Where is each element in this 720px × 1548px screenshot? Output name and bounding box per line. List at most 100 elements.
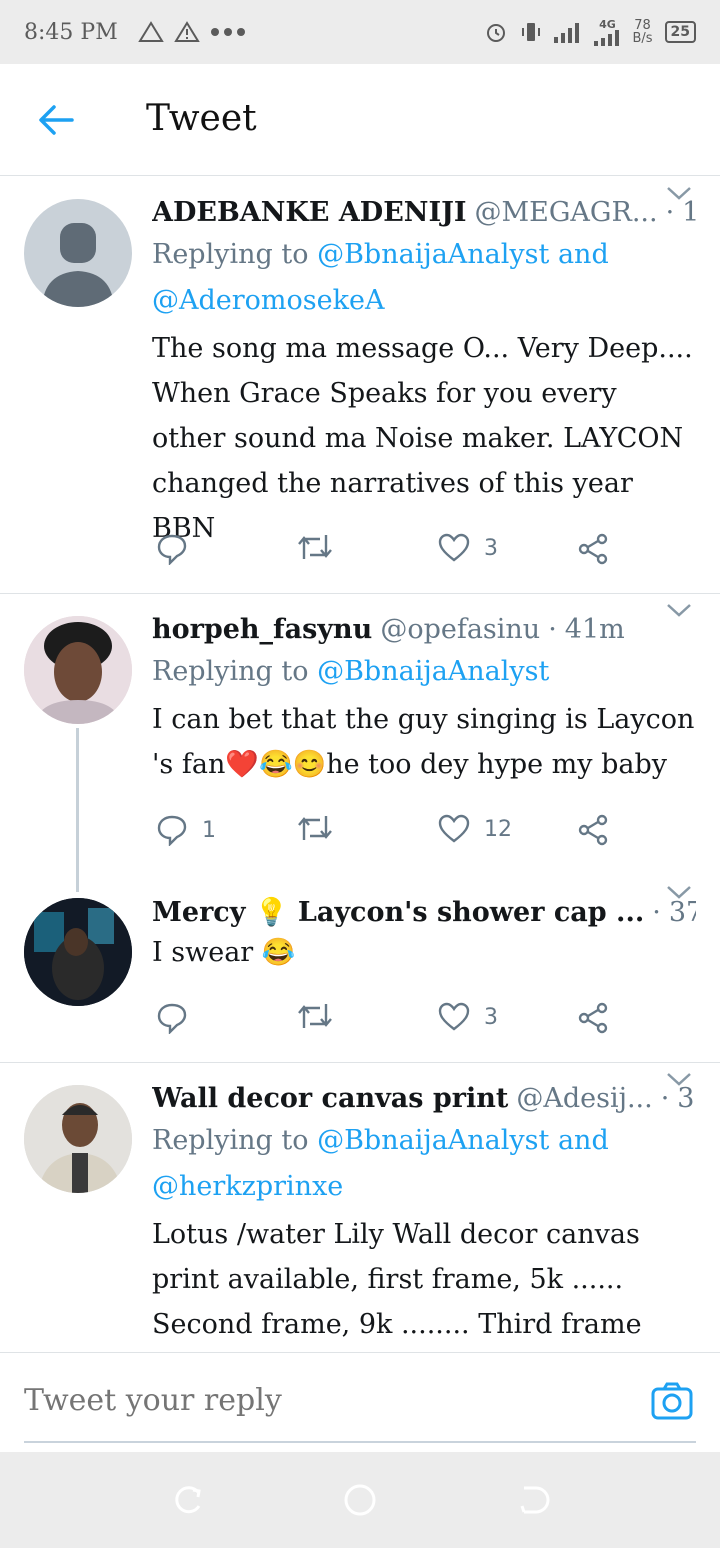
network-type: 4G [599, 17, 616, 31]
recents-button[interactable] [168, 1482, 204, 1518]
back-button[interactable] [36, 100, 76, 140]
more-dots-icon [210, 28, 245, 36]
user-name[interactable]: ADEBANKE ADENIJI [152, 197, 467, 228]
replying-prefix: Replying to [152, 239, 309, 270]
avatar[interactable] [24, 199, 132, 307]
user-handle[interactable]: @opefasinu [380, 614, 540, 645]
retweet-icon [298, 1004, 332, 1028]
user-photo [24, 898, 132, 1006]
chevron-down-icon [667, 187, 691, 200]
camera-button[interactable] [650, 1381, 694, 1421]
vibrate-icon [522, 23, 541, 41]
recents-icon [175, 1486, 201, 1514]
retweet-icon [298, 816, 332, 840]
tweet-menu-button[interactable] [666, 884, 692, 904]
tweet-menu-button[interactable] [666, 185, 692, 205]
reply-button[interactable] [156, 533, 202, 565]
user-handle[interactable]: @Adesij... [516, 1083, 652, 1114]
heart-icon [438, 533, 470, 562]
reply-icon [157, 534, 187, 565]
thread-line [76, 728, 79, 892]
user-name[interactable]: Mercy 💡 Laycon's shower cap ... [152, 896, 644, 928]
tweet-text: I can bet that the guy singing is Laycon… [152, 704, 695, 780]
replying-to-link[interactable]: @BbnaijaAnalyst and [317, 1125, 609, 1156]
tweet-menu-button[interactable] [666, 602, 692, 622]
warning-outline-icon [137, 21, 164, 42]
home-button[interactable] [342, 1482, 378, 1518]
share-icon [578, 1002, 608, 1034]
retweet-icon [298, 535, 332, 559]
signal-4g-indicator: 4G [594, 19, 620, 46]
default-avatar-icon [42, 223, 114, 307]
reply-button[interactable] [156, 1002, 202, 1034]
chevron-down-icon [667, 1073, 691, 1086]
user-photo [24, 616, 132, 724]
camera-icon [651, 1382, 693, 1420]
avatar[interactable] [24, 898, 132, 1006]
tweet-2[interactable]: horpeh_fasynu @opefasinu · 41m Replying … [0, 594, 720, 892]
back-icon [520, 1486, 550, 1514]
like-count: 12 [484, 816, 512, 842]
tweet-1[interactable]: ADEBANKE ADENIJI @MEGAGR... · 16m Replyi… [0, 177, 720, 593]
user-name[interactable]: horpeh_fasynu [152, 614, 372, 645]
reply-bar [0, 1352, 720, 1452]
signal-icon [554, 23, 580, 43]
user-name[interactable]: Wall decor canvas print [152, 1083, 508, 1114]
share-button[interactable] [578, 1002, 610, 1034]
net-speed: 78 B/s [632, 19, 652, 45]
retweet-button[interactable] [296, 1002, 348, 1030]
chevron-down-icon [667, 886, 691, 899]
user-photo [24, 1085, 132, 1193]
tweet-4[interactable]: Wall decor canvas print @Adesij... · 39m… [0, 1063, 720, 1352]
like-count: 3 [484, 1004, 498, 1030]
status-left-icons [137, 21, 246, 43]
replying-to-link-2[interactable]: @herkzprinxe [152, 1171, 343, 1202]
replying-to: Replying to @BbnaijaAnalyst and @herkzpr… [152, 1118, 696, 1210]
replying-to-link-2[interactable]: @AderomosekeA [152, 285, 384, 316]
tweet-actions: 3 [152, 533, 632, 577]
like-button[interactable]: 3 [438, 1002, 498, 1032]
share-icon [578, 814, 608, 846]
tweet-text: I swear 😂 [152, 937, 296, 968]
tweet-actions: 1 12 [152, 814, 632, 858]
back-nav-button[interactable] [516, 1482, 552, 1518]
heart-icon [438, 814, 470, 843]
like-button[interactable]: 12 [438, 814, 512, 844]
status-bar: 8:45 PM 4G 78 B/s 25 [0, 0, 720, 64]
retweet-button[interactable] [296, 533, 348, 561]
tweet-actions: 3 [152, 1002, 632, 1046]
tweet-text: The song ma message O... Very Deep.... W… [152, 333, 693, 544]
tweet-meta: Mercy 💡 Laycon's shower cap ... · 37m [152, 896, 696, 928]
net-speed-unit: B/s [632, 31, 653, 46]
tweet-3[interactable]: Mercy 💡 Laycon's shower cap ... · 37m I … [0, 876, 720, 1062]
arrow-left-icon [39, 105, 74, 135]
avatar[interactable] [24, 1085, 132, 1193]
replying-to-link[interactable]: @BbnaijaAnalyst [317, 656, 549, 687]
avatar[interactable] [24, 616, 132, 724]
share-button[interactable] [578, 814, 610, 846]
like-count: 3 [484, 535, 498, 561]
alarm-icon [487, 24, 506, 42]
home-icon [344, 1484, 376, 1516]
replying-to-link[interactable]: @BbnaijaAnalyst and [317, 239, 609, 270]
replying-to: Replying to @BbnaijaAnalyst and @Aderomo… [152, 232, 696, 324]
reply-button[interactable]: 1 [156, 814, 216, 846]
reply-icon [157, 1003, 187, 1034]
tweet-menu-button[interactable] [666, 1071, 692, 1091]
meta-separator: · [548, 614, 557, 645]
nav-bar [0, 1452, 720, 1548]
tweet-text: Lotus /water Lily Wall decor canvas prin… [152, 1219, 642, 1340]
page-title: Tweet [146, 98, 257, 139]
meta-separator: · [652, 897, 661, 928]
replying-to: Replying to @BbnaijaAnalyst [152, 649, 696, 695]
share-button[interactable] [578, 533, 610, 565]
replying-prefix: Replying to [152, 1125, 309, 1156]
like-button[interactable]: 3 [438, 533, 498, 563]
battery-indicator: 25 [664, 21, 696, 43]
reply-count: 1 [202, 817, 216, 843]
tweet-meta: horpeh_fasynu @opefasinu · 41m [152, 614, 696, 645]
retweet-button[interactable] [296, 814, 348, 842]
user-handle[interactable]: @MEGAGR... [475, 197, 658, 228]
reply-input[interactable] [24, 1383, 624, 1418]
reply-icon [157, 815, 187, 846]
